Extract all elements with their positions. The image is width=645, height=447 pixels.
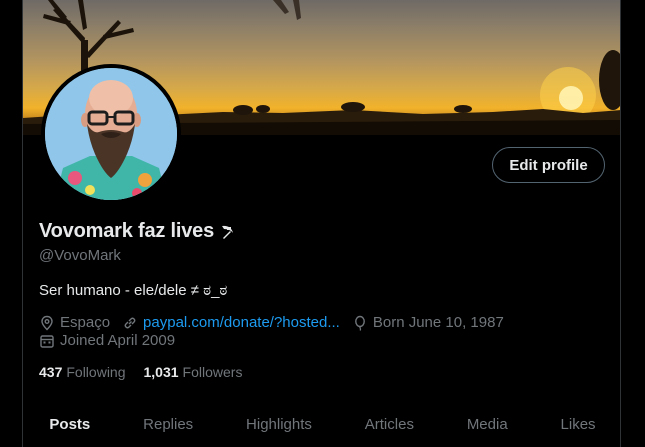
- tab-likes[interactable]: Likes: [534, 404, 620, 447]
- following-link[interactable]: 437 Following: [39, 364, 126, 380]
- followers-count: 1,031: [143, 364, 179, 380]
- follow-stats: 437 Following 1,031 Followers: [39, 364, 260, 380]
- website-link[interactable]: paypal.com/donate/?hosted...: [143, 314, 340, 331]
- profile-column: Edit profile Vovomark faz lives @VovoMar…: [22, 0, 621, 447]
- following-label: Following: [66, 364, 126, 380]
- profile-tabs: Posts Replies Highlights Articles Media …: [23, 404, 620, 447]
- birthday-item: Born June 10, 1987: [352, 314, 504, 331]
- tab-highlights[interactable]: Highlights: [220, 404, 339, 447]
- balloon-icon: [354, 315, 365, 331]
- link-icon: [124, 317, 136, 328]
- joined-text: Joined April 2009: [60, 332, 176, 349]
- tab-articles[interactable]: Articles: [338, 404, 440, 447]
- location-item: Espaço: [39, 314, 110, 331]
- location-pin-icon: [41, 315, 53, 330]
- avatar-portrait-image: [45, 68, 177, 200]
- birthday-text: Born June 10, 1987: [372, 314, 504, 331]
- followers-label: Followers: [182, 364, 243, 380]
- display-name: Vovomark faz lives: [39, 220, 215, 242]
- profile-meta-row: Espaço paypal.com/donate/?hosted... Born…: [39, 314, 516, 331]
- tab-media[interactable]: Media: [440, 404, 534, 447]
- website-item[interactable]: paypal.com/donate/?hosted...: [122, 314, 340, 331]
- calendar-icon: [40, 334, 54, 348]
- profile-handle: @VovoMark: [39, 247, 121, 264]
- tab-posts[interactable]: Posts: [23, 404, 117, 447]
- tab-replies[interactable]: Replies: [117, 404, 220, 447]
- following-count: 437: [39, 364, 63, 380]
- joined-item: Joined April 2009: [39, 332, 175, 349]
- hammer-sickle-icon: [218, 223, 236, 241]
- edit-profile-button[interactable]: Edit profile: [492, 147, 605, 183]
- profile-avatar[interactable]: [41, 64, 181, 204]
- profile-joined-row: Joined April 2009: [39, 332, 187, 349]
- location-text: Espaço: [60, 314, 111, 331]
- display-name-row: Vovomark faz lives: [39, 220, 236, 243]
- followers-link[interactable]: 1,031 Followers: [144, 364, 243, 380]
- profile-bio: Ser humano - ele/dele ≠ ಠ_ಠ: [39, 282, 228, 299]
